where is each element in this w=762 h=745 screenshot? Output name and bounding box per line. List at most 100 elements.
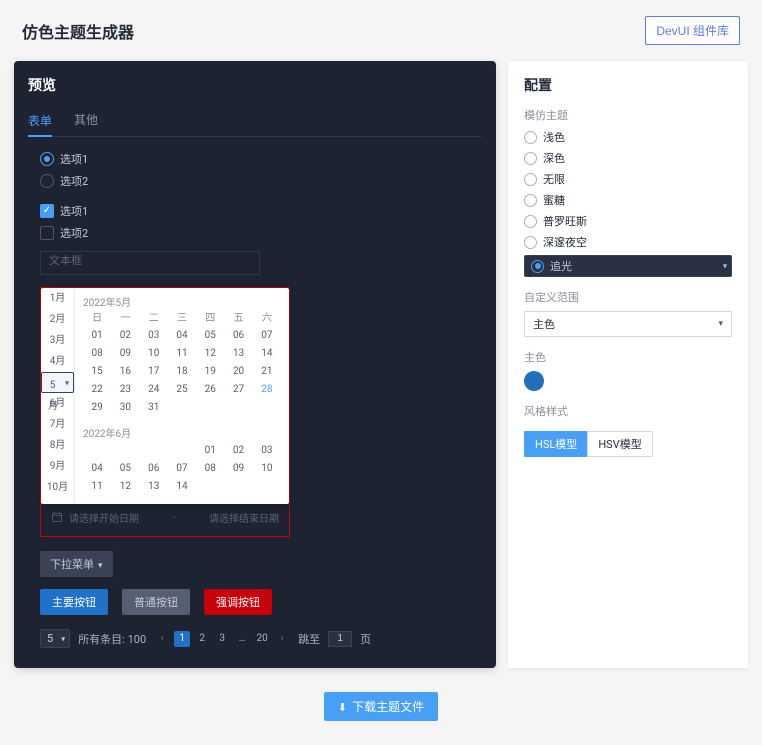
calendar-day[interactable]: 14 — [168, 478, 196, 496]
page-number[interactable]: … — [234, 631, 250, 647]
theme-option[interactable]: 浅色 — [524, 129, 732, 145]
calendar-day[interactable]: 21 — [253, 363, 281, 381]
theme-option[interactable]: 蜜糖 — [524, 192, 732, 208]
page-number[interactable]: 1 — [174, 631, 190, 647]
weekday-header: 日 — [83, 311, 111, 327]
month-rail-item[interactable]: 5月 — [41, 372, 74, 393]
calendar-day[interactable]: 31 — [140, 399, 168, 417]
calendar-day[interactable]: 20 — [224, 363, 252, 381]
calendar-day[interactable]: 02 — [224, 442, 252, 460]
calendar-day[interactable]: 23 — [111, 381, 139, 399]
daterange-input[interactable]: 请选择开始日期 - 请选择结束日期 — [45, 506, 285, 528]
calendar-day[interactable]: 07 — [253, 327, 281, 345]
calendar-day[interactable]: 29 — [83, 399, 111, 417]
calendar-day[interactable]: 26 — [196, 381, 224, 399]
calendar-day[interactable]: 06 — [140, 460, 168, 478]
theme-option[interactable]: 深邃夜空 — [524, 234, 732, 250]
calendar-day[interactable]: 27 — [224, 381, 252, 399]
calendar-day[interactable]: 24 — [140, 381, 168, 399]
calendar-day[interactable]: 11 — [83, 478, 111, 496]
pager-prev[interactable]: ‹ — [154, 631, 170, 647]
month-rail-item[interactable]: 10月 — [41, 477, 74, 498]
tab-form[interactable]: 表单 — [28, 106, 52, 137]
pager-jump[interactable] — [328, 631, 352, 647]
check-label: 选项1 — [60, 203, 88, 219]
check-option-1[interactable]: 选项1 — [40, 203, 482, 219]
month-rail[interactable]: 1月2月3月4月5月6月7月8月9月10月 — [41, 288, 75, 504]
month-rail-item[interactable]: 7月 — [41, 414, 74, 435]
pager-jump-input[interactable] — [328, 631, 352, 647]
calendar-day[interactable]: 25 — [168, 381, 196, 399]
radio-option-1[interactable]: 选项1 — [40, 151, 482, 167]
theme-option[interactable]: 无限 — [524, 171, 732, 187]
page-size-select[interactable]: 5 — [40, 629, 70, 648]
theme-option[interactable]: 深色 — [524, 150, 732, 166]
calendar-day[interactable]: 19 — [196, 363, 224, 381]
dropdown-button[interactable]: 下拉菜单 — [40, 551, 113, 577]
style-hsl[interactable]: HSL模型 — [524, 431, 587, 457]
calendar-day[interactable]: 18 — [168, 363, 196, 381]
download-button[interactable]: 下载主题文件 — [324, 692, 438, 721]
calendar-day[interactable]: 16 — [111, 363, 139, 381]
radio-option-2[interactable]: 选项2 — [40, 173, 482, 189]
style-hsv[interactable]: HSV模型 — [587, 431, 652, 457]
theme-option[interactable]: 追光 — [524, 255, 732, 277]
page-number[interactable]: 3 — [214, 631, 230, 647]
theme-option[interactable]: 普罗旺斯 — [524, 213, 732, 229]
daterange-sep: - — [145, 512, 203, 523]
page-number[interactable]: 20 — [254, 631, 270, 647]
weekday-header: 六 — [253, 311, 281, 327]
danger-button[interactable]: 强调按钮 — [204, 589, 272, 615]
calendar-day[interactable]: 17 — [140, 363, 168, 381]
month-rail-item[interactable]: 4月 — [41, 351, 74, 372]
calendar-day[interactable]: 01 — [83, 327, 111, 345]
calendar-day[interactable]: 28 — [253, 381, 281, 399]
calendar-day — [111, 442, 139, 460]
tab-other[interactable]: 其他 — [74, 105, 98, 136]
calendar-day[interactable]: 03 — [253, 442, 281, 460]
pager-next[interactable]: › — [274, 631, 290, 647]
calendar-day[interactable]: 15 — [83, 363, 111, 381]
calendar-day[interactable]: 02 — [111, 327, 139, 345]
calendar-day[interactable]: 14 — [253, 345, 281, 363]
month-rail-item[interactable]: 3月 — [41, 330, 74, 351]
calendar-day[interactable]: 11 — [168, 345, 196, 363]
normal-button[interactable]: 普通按钮 — [122, 589, 190, 615]
calendar-day[interactable]: 05 — [111, 460, 139, 478]
calendar-day[interactable]: 07 — [168, 460, 196, 478]
calendar-day[interactable]: 08 — [196, 460, 224, 478]
calendar-day[interactable]: 04 — [168, 327, 196, 345]
calendar-day[interactable]: 30 — [111, 399, 139, 417]
calendar-day[interactable]: 22 — [83, 381, 111, 399]
color-swatch[interactable] — [524, 371, 544, 391]
calendar-day[interactable]: 03 — [140, 327, 168, 345]
month-rail-item[interactable]: 1月 — [41, 288, 74, 309]
month-rail-item[interactable]: 2月 — [41, 309, 74, 330]
calendar-day[interactable]: 06 — [224, 327, 252, 345]
calendar-day[interactable]: 09 — [224, 460, 252, 478]
calendar-day[interactable]: 12 — [111, 478, 139, 496]
config-panel: 配置 模仿主题 浅色深色无限蜜糖普罗旺斯深邃夜空追光 自定义范围 主色 主色 风… — [508, 61, 748, 668]
month-rail-item[interactable]: 9月 — [41, 456, 74, 477]
calendar-day[interactable]: 13 — [224, 345, 252, 363]
calendar-day[interactable]: 09 — [111, 345, 139, 363]
theme-label: 蜜糖 — [543, 192, 565, 208]
calendar-day[interactable]: 04 — [83, 460, 111, 478]
devui-lib-button[interactable]: DevUI 组件库 — [645, 16, 740, 45]
color-label: 主色 — [524, 349, 732, 365]
theme-label: 追光 — [550, 258, 572, 274]
text-input[interactable]: 文本框 — [40, 251, 260, 275]
calendar-day[interactable]: 01 — [196, 442, 224, 460]
custom-scope-select[interactable]: 主色 — [524, 311, 732, 337]
calendar-day[interactable]: 10 — [140, 345, 168, 363]
calendar-day[interactable]: 12 — [196, 345, 224, 363]
page-number[interactable]: 2 — [194, 631, 210, 647]
month-rail-item[interactable]: 8月 — [41, 435, 74, 456]
primary-button[interactable]: 主要按钮 — [40, 589, 108, 615]
calendar-day[interactable]: 08 — [83, 345, 111, 363]
calendar-day[interactable]: 10 — [253, 460, 281, 478]
check-option-2[interactable]: 选项2 — [40, 225, 482, 241]
calendar-day[interactable]: 05 — [196, 327, 224, 345]
calendar-day[interactable]: 13 — [140, 478, 168, 496]
theme-label: 无限 — [543, 171, 565, 187]
